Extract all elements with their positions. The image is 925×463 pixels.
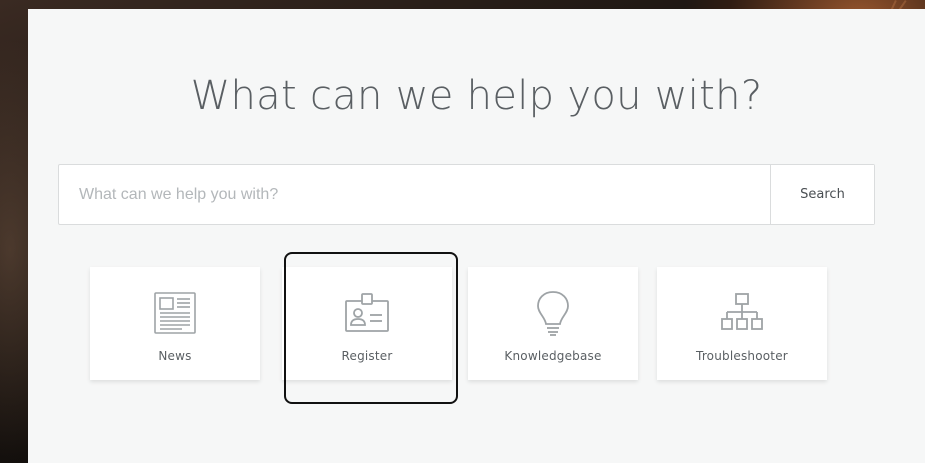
lightbulb-icon: [468, 289, 638, 337]
search-button[interactable]: Search: [770, 165, 874, 224]
tile-register[interactable]: Register: [282, 267, 452, 380]
page-title: What can we help you with?: [190, 73, 763, 119]
tile-label-knowledgebase: Knowledgebase: [504, 349, 602, 363]
sitemap-icon: [657, 289, 827, 337]
help-panel: What can we help you with? Search News: [28, 9, 925, 463]
id-card-icon: [282, 289, 452, 337]
tile-label-register: Register: [341, 349, 393, 363]
search-bar: Search: [58, 164, 875, 225]
tile-knowledgebase[interactable]: Knowledgebase: [468, 267, 638, 380]
search-input[interactable]: [59, 165, 771, 224]
tile-label-news: News: [158, 349, 192, 363]
newspaper-icon: [90, 289, 260, 337]
tile-troubleshooter[interactable]: Troubleshooter: [657, 267, 827, 380]
tile-news[interactable]: News: [90, 267, 260, 380]
tile-label-troubleshooter: Troubleshooter: [696, 349, 788, 363]
